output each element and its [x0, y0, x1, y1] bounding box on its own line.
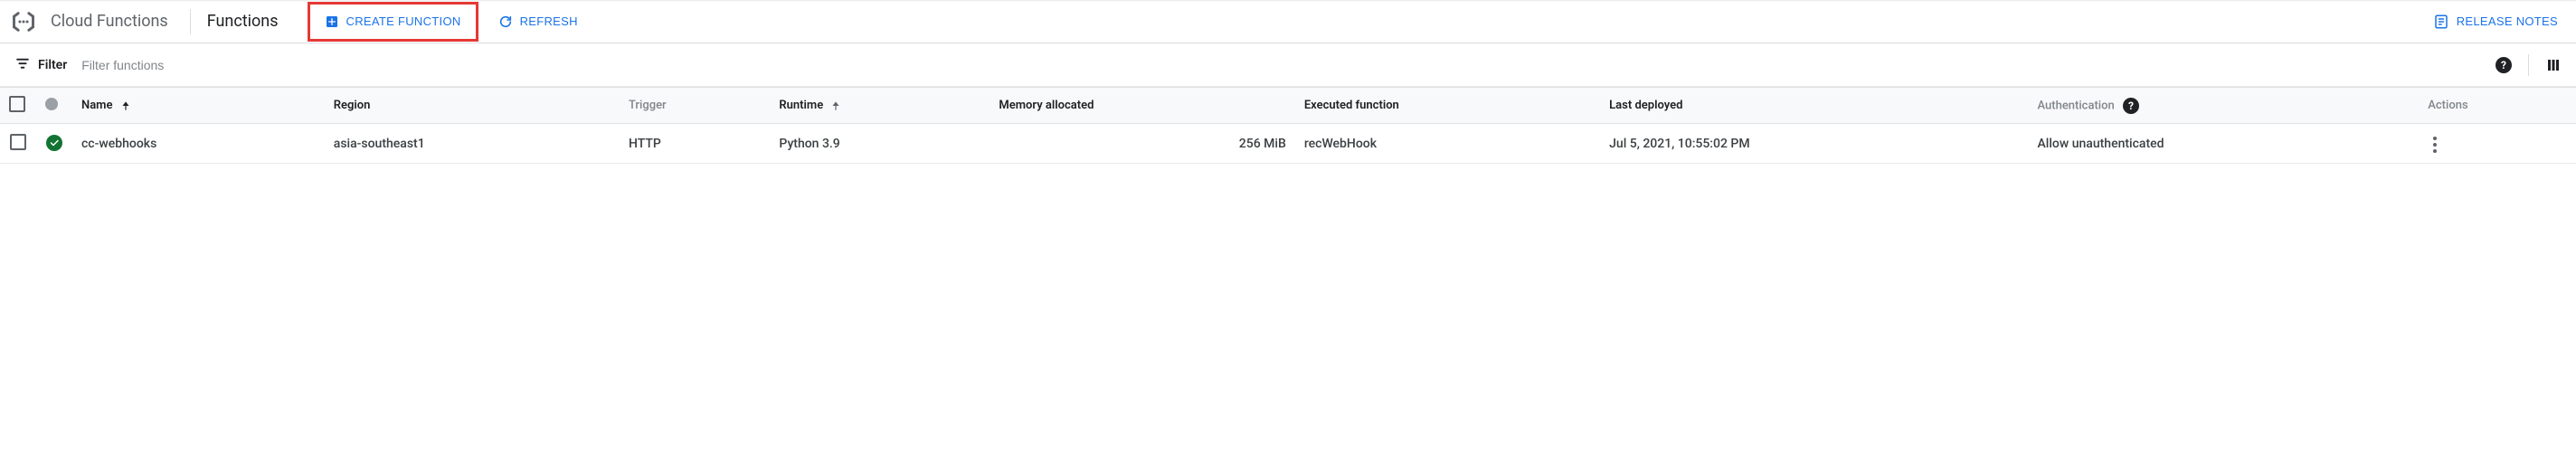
- col-runtime[interactable]: Runtime: [770, 88, 990, 124]
- table-header-row: Name Region Trigger Runtime Memory alloc…: [0, 88, 2576, 124]
- refresh-button[interactable]: REFRESH: [489, 6, 587, 37]
- filter-label-group: Filter: [14, 55, 67, 75]
- cell-runtime: Python 3.9: [770, 124, 990, 164]
- divider: [190, 9, 191, 34]
- release-notes-button[interactable]: RELEASE NOTES: [2424, 6, 2567, 37]
- filter-label: Filter: [38, 58, 67, 72]
- row-checkbox[interactable]: [10, 134, 26, 150]
- status-ok-icon: [46, 135, 62, 151]
- release-notes-label: RELEASE NOTES: [2457, 14, 2558, 28]
- help-icon[interactable]: ?: [2123, 98, 2139, 114]
- product-title: Cloud Functions: [51, 12, 168, 31]
- cell-deployed: Jul 5, 2021, 10:55:02 PM: [1600, 124, 2028, 164]
- table-row: cc-webhooks asia-southeast1 HTTP Python …: [0, 124, 2576, 164]
- row-status-cell: [36, 124, 72, 164]
- cell-memory: 256 MiB: [990, 124, 1294, 164]
- row-checkbox-cell: [0, 124, 36, 164]
- select-all-checkbox[interactable]: [9, 96, 25, 112]
- col-auth[interactable]: Authentication ?: [2028, 88, 2419, 124]
- col-name[interactable]: Name: [72, 88, 325, 124]
- functions-table: Name Region Trigger Runtime Memory alloc…: [0, 87, 2576, 164]
- cell-trigger: HTTP: [620, 124, 770, 164]
- col-executed[interactable]: Executed function: [1295, 88, 1600, 124]
- top-toolbar: Cloud Functions Functions CREATE FUNCTIO…: [0, 0, 2576, 43]
- create-function-button[interactable]: CREATE FUNCTION: [316, 6, 470, 37]
- col-region[interactable]: Region: [325, 88, 620, 124]
- filter-bar: Filter ?: [0, 43, 2576, 87]
- column-chooser-icon[interactable]: [2545, 57, 2562, 73]
- filter-icon: [14, 55, 31, 75]
- header-checkbox-cell: [0, 88, 36, 124]
- cell-auth: Allow unauthenticated: [2028, 124, 2419, 164]
- row-actions-menu-button[interactable]: [2428, 131, 2442, 158]
- divider: [2528, 54, 2529, 76]
- filter-input[interactable]: [80, 43, 2496, 86]
- refresh-label: REFRESH: [520, 14, 578, 28]
- cell-region: asia-southeast1: [325, 124, 620, 164]
- col-memory[interactable]: Memory allocated: [990, 88, 1294, 124]
- cell-name[interactable]: cc-webhooks: [72, 124, 325, 164]
- create-function-highlight: CREATE FUNCTION: [308, 2, 478, 42]
- release-notes-icon: [2433, 14, 2449, 30]
- help-icon[interactable]: ?: [2496, 57, 2512, 73]
- create-function-label: CREATE FUNCTION: [346, 14, 461, 28]
- sort-ascending-icon: [829, 100, 842, 112]
- page-title: Functions: [207, 12, 279, 31]
- status-header-icon: [45, 98, 58, 110]
- refresh-icon: [498, 14, 513, 29]
- cell-actions: [2419, 124, 2576, 164]
- header-status-cell: [36, 88, 72, 124]
- sort-ascending-icon: [119, 100, 132, 112]
- col-actions: Actions: [2419, 88, 2576, 124]
- cloud-functions-icon: [7, 5, 40, 38]
- plus-box-icon: [325, 14, 339, 29]
- col-deployed[interactable]: Last deployed: [1600, 88, 2028, 124]
- col-trigger[interactable]: Trigger: [620, 88, 770, 124]
- cell-executed: recWebHook: [1295, 124, 1600, 164]
